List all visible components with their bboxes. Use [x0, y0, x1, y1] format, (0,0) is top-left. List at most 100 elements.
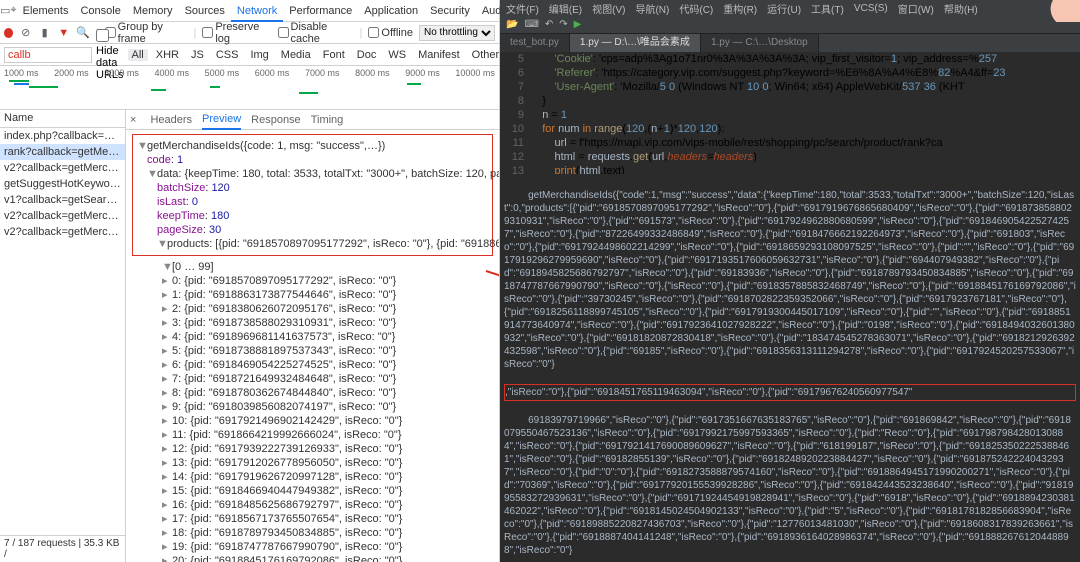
preview-item[interactable]: ▸9: {pid: "6918039856082074197", isReco:… [132, 400, 493, 414]
request-list: Name index.php?callback=…rank?callback=g… [0, 110, 126, 562]
tab-sources[interactable]: Sources [179, 0, 231, 22]
tab-console[interactable]: Console [74, 0, 126, 22]
pill-ws[interactable]: WS [384, 49, 410, 61]
dtab-timing[interactable]: Timing [311, 114, 344, 126]
editor-tab-1[interactable]: 1.py — D:\…\唯品会素成 [570, 34, 701, 52]
preview-item[interactable]: ▸15: {pid: "6918466940447949382", isReco… [132, 484, 493, 498]
network-body: Name index.php?callback=…rank?callback=g… [0, 110, 499, 562]
request-detail: × Headers Preview Response Timing ▼getMe… [126, 110, 499, 562]
tab-memory[interactable]: Memory [127, 0, 179, 22]
menu-item[interactable]: 导航(N) [635, 1, 669, 16]
redo-icon[interactable]: ↷ [559, 19, 567, 30]
request-row[interactable]: index.php?callback=… [0, 128, 125, 144]
pill-all[interactable]: All [128, 49, 148, 61]
devtools-tabs: ▭ ⌖ Elements Console Memory Sources Netw… [0, 0, 499, 22]
editor-toolbar: 📂 ⌨ ↶ ↷ ▶ [500, 16, 1080, 34]
editor-pane: 文件(F) 编辑(E) 视图(V) 导航(N) 代码(C) 重构(R) 运行(U) 工具(T)… [500, 0, 1080, 562]
disable-cache[interactable]: Disable cache [278, 21, 354, 45]
preview-item[interactable]: ▸12: {pid: "6917939222739126933", isReco… [132, 442, 493, 456]
pill-doc[interactable]: Doc [353, 49, 381, 61]
tab-security[interactable]: Security [424, 0, 476, 22]
run-output[interactable]: getMerchandiseIds({"code":1,"msg":"succe… [500, 174, 1080, 562]
menu-item[interactable]: VCS(S) [854, 3, 888, 14]
clear-icon[interactable]: ⊘ [19, 26, 32, 39]
mascot-icon [1042, 0, 1080, 22]
dtab-preview[interactable]: Preview [202, 110, 241, 130]
request-row[interactable]: v1?callback=getSearch… [0, 192, 125, 208]
preview-item[interactable]: ▸19: {pid: "6918747787667990790", isReco… [132, 540, 493, 554]
dtab-response[interactable]: Response [251, 114, 301, 126]
menu-item[interactable]: 运行(U) [767, 1, 801, 16]
editor-tab-2[interactable]: 1.py — C:\…\Desktop [701, 34, 819, 52]
editor-tabs: test_bot.py 1.py — D:\…\唯品会素成 1.py — C:\… [500, 34, 1080, 52]
menu-item[interactable]: 代码(C) [679, 1, 713, 16]
preview-item[interactable]: ▸2: {pid: "6918380626072095176", isReco:… [132, 302, 493, 316]
preview-item[interactable]: ▸0: {pid: "6918570897095177292", isReco:… [132, 274, 493, 288]
preview-item[interactable]: ▸8: {pid: "6918780362674844840", isReco:… [132, 386, 493, 400]
detail-tabs: × Headers Preview Response Timing [126, 110, 499, 130]
menu-item[interactable]: 文件(F) [506, 1, 539, 16]
menu-item[interactable]: 重构(R) [723, 1, 757, 16]
film-icon[interactable]: ▮ [38, 26, 51, 39]
pill-js[interactable]: JS [187, 49, 208, 61]
dtab-headers[interactable]: Headers [150, 114, 192, 126]
highlighted-output: ,"isReco":"0"},{"pid":"69184517651194630… [504, 384, 1076, 401]
preview-item[interactable]: ▸17: {pid: "6918567173765507654", isReco… [132, 512, 493, 526]
preview-item[interactable]: ▸1: {pid: "6918863173877544646", isReco:… [132, 288, 493, 302]
save-icon[interactable]: ⌨ [524, 19, 538, 30]
menu-item[interactable]: 编辑(E) [549, 1, 582, 16]
preview-item[interactable]: ▸11: {pid: "6918664219992666024", isReco… [132, 428, 493, 442]
tab-elements[interactable]: Elements [17, 0, 75, 22]
timeline[interactable]: 1000 ms2000 ms3000 ms4000 ms5000 ms6000 … [0, 66, 499, 110]
search-icon[interactable]: 🔍 [76, 26, 90, 39]
preview-item[interactable]: ▸3: {pid: "6918738588029310931", isReco:… [132, 316, 493, 330]
preview-item[interactable]: ▸20: {pid: "6918845176169792086", isReco… [132, 554, 493, 562]
request-row[interactable]: v2?callback=getMercha… [0, 224, 125, 240]
preview-item[interactable]: ▸10: {pid: "6917921496902142429", isReco… [132, 414, 493, 428]
devtools-pane: ▭ ⌖ Elements Console Memory Sources Netw… [0, 0, 500, 562]
filter-input[interactable] [4, 47, 92, 63]
pill-img[interactable]: Img [246, 49, 272, 61]
preserve-log[interactable]: Preserve log [202, 21, 271, 45]
preview-item[interactable]: ▸14: {pid: "6917919626720997128", isReco… [132, 470, 493, 484]
filter-icon[interactable]: ▼ [57, 27, 70, 39]
tab-performance[interactable]: Performance [283, 0, 358, 22]
pill-media[interactable]: Media [277, 49, 315, 61]
tab-network[interactable]: Network [231, 0, 283, 22]
menu-item[interactable]: 视图(V) [592, 1, 625, 16]
preview-item[interactable]: ▸6: {pid: "6918469054225274525", isReco:… [132, 358, 493, 372]
offline[interactable]: Offline [368, 27, 413, 39]
pill-other[interactable]: Other [468, 49, 504, 61]
preview-item[interactable]: ▸7: {pid: "6918721649932484648", isReco:… [132, 372, 493, 386]
preview-item[interactable]: ▸16: {pid: "6918485625686792797", isReco… [132, 498, 493, 512]
status-bar: 7 / 187 requests | 35.3 KB / [0, 535, 125, 562]
run-icon[interactable]: ▶ [574, 19, 582, 30]
inspect-icon[interactable]: ▭ [0, 4, 10, 17]
pill-css[interactable]: CSS [212, 49, 243, 61]
pill-manifest[interactable]: Manifest [414, 49, 464, 61]
record-icon[interactable] [4, 28, 13, 38]
preview-tree[interactable]: ▼getMerchandiseIds({code: 1, msg: "succe… [126, 130, 499, 562]
editor-tab-0[interactable]: test_bot.py [500, 34, 570, 52]
preview-item[interactable]: ▸4: {pid: "6918969681141637573", isReco:… [132, 330, 493, 344]
request-row[interactable]: v2?callback=getMercha… [0, 208, 125, 224]
preview-item[interactable]: ▸13: {pid: "6917912026778956050", isReco… [132, 456, 493, 470]
folder-icon[interactable]: 📂 [506, 19, 518, 30]
code-area[interactable]: 5678910111213 'Cookie': 'cps=adp%3Ag1o71… [500, 52, 1080, 174]
close-icon[interactable]: × [130, 114, 140, 126]
preview-item[interactable]: ▸18: {pid: "6918789793450834885", isReco… [132, 526, 493, 540]
pill-font[interactable]: Font [319, 49, 349, 61]
pill-xhr[interactable]: XHR [152, 49, 183, 61]
preview-item[interactable]: ▸5: {pid: "6918738881897537343", isReco:… [132, 344, 493, 358]
menu-item[interactable]: 工具(T) [811, 1, 844, 16]
menu-item[interactable]: 窗口(W) [898, 1, 934, 16]
request-row[interactable]: rank?callback=getMer… [0, 144, 125, 160]
request-row[interactable]: v2?callback=getMercha… [0, 160, 125, 176]
request-row[interactable]: getSuggestHotKeyword… [0, 176, 125, 192]
throttle-select[interactable]: No throttling [419, 25, 495, 41]
undo-icon[interactable]: ↶ [545, 19, 553, 30]
tab-application[interactable]: Application [358, 0, 424, 22]
name-header[interactable]: Name [0, 110, 125, 128]
editor-menu: 文件(F) 编辑(E) 视图(V) 导航(N) 代码(C) 重构(R) 运行(U) 工具(T)… [500, 0, 1080, 16]
menu-item[interactable]: 帮助(H) [944, 1, 978, 16]
